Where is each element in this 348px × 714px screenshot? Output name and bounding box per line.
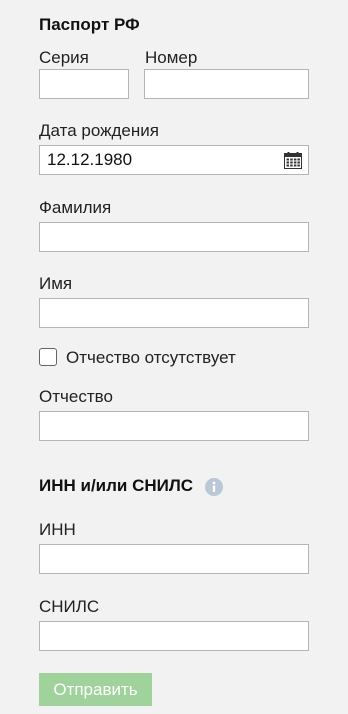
series-label: Серия <box>39 48 89 67</box>
birth-date-input[interactable] <box>40 146 270 174</box>
passport-section-title: Паспорт РФ <box>39 15 140 34</box>
no-patronymic-label[interactable]: Отчество отсутствует <box>66 348 236 368</box>
inn-label: ИНН <box>39 520 76 539</box>
info-icon[interactable] <box>205 478 223 496</box>
series-input[interactable] <box>39 69 129 99</box>
birth-date-field[interactable] <box>39 145 309 175</box>
patronymic-input[interactable] <box>39 411 309 441</box>
patronymic-label: Отчество <box>39 387 113 406</box>
number-input[interactable] <box>144 69 309 99</box>
first-name-label: Имя <box>39 274 73 293</box>
snils-input[interactable] <box>39 621 309 651</box>
last-name-input[interactable] <box>39 222 309 252</box>
snils-label: СНИЛС <box>39 597 100 616</box>
no-patronymic-checkbox[interactable] <box>39 348 57 366</box>
tax-section-title: ИНН и/или СНИЛС <box>39 476 194 495</box>
inn-input[interactable] <box>39 544 309 574</box>
last-name-label: Фамилия <box>39 198 112 217</box>
number-label: Номер <box>145 48 198 67</box>
birth-date-label: Дата рождения <box>39 121 159 140</box>
calendar-icon[interactable] <box>284 152 302 169</box>
first-name-input[interactable] <box>39 298 309 328</box>
submit-button[interactable]: Отправить <box>39 673 152 706</box>
